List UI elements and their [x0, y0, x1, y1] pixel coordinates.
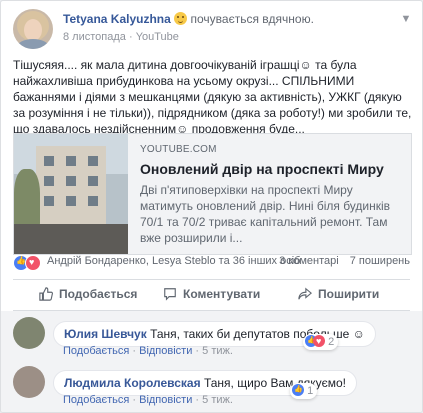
like-icon — [292, 383, 304, 397]
comment-reactions[interactable]: 2 — [303, 334, 339, 350]
author-name[interactable]: Tetyana Kalyuzhna — [63, 12, 171, 26]
commenter-avatar[interactable] — [13, 366, 45, 398]
like-label: Подобається — [59, 287, 138, 301]
feeling-emoji-icon — [174, 12, 188, 25]
link-thumbnail[interactable] — [14, 134, 128, 254]
post-meta: 8 листопада · YouTube — [63, 31, 179, 43]
link-preview-card[interactable]: YOUTUBE.COM Оновлений двір на проспекті … — [13, 133, 412, 255]
comment-button[interactable]: Коментувати — [163, 287, 260, 301]
comment-bubble-icon — [164, 288, 176, 301]
comment-reactions[interactable]: 1 — [290, 383, 318, 399]
reaction-names[interactable]: Андрій Бондаренко, Lesya Steblo та 36 ін… — [47, 255, 300, 267]
post-header: Tetyana Kalyuzhna почувається вдячною. 8… — [13, 9, 414, 49]
post-actions: Подобається Коментувати Поширити — [13, 285, 410, 307]
comment-reaction-count: 2 — [328, 336, 335, 348]
divider — [13, 279, 410, 280]
reactions-summary: Андрій Бондаренко, Lesya Steblo та 36 ін… — [13, 255, 410, 273]
share-arrow-icon — [298, 287, 312, 300]
love-icon — [313, 335, 325, 348]
comment-meta: Подобається · Відповісти · 5 тиж. — [63, 394, 233, 406]
post-options-chevron-icon[interactable]: ▼ — [398, 11, 414, 27]
post-source[interactable]: YouTube — [136, 31, 179, 43]
feeling-text: почувається вдячною. — [190, 12, 314, 26]
post-text: Тішусяяя.... як мала дитина довгоочікува… — [13, 58, 412, 136]
thumbs-up-icon — [39, 287, 53, 301]
link-description: Дві п'ятиповерхівки на проспекті Миру ма… — [140, 183, 391, 245]
share-button[interactable]: Поширити — [298, 287, 379, 301]
comments-count[interactable]: 3 коментарі — [279, 255, 339, 267]
commenter-name[interactable]: Юлия Шевчук — [64, 327, 147, 341]
commenter-avatar[interactable] — [13, 317, 45, 349]
comment-like-link[interactable]: Подобається — [63, 394, 129, 406]
love-icon[interactable] — [25, 255, 41, 271]
comment-reply-link[interactable]: Відповісти — [139, 394, 192, 406]
like-button[interactable]: Подобається — [39, 287, 137, 301]
comment-time[interactable]: 5 тиж. — [202, 345, 233, 357]
link-domain: YOUTUBE.COM — [140, 144, 217, 155]
comment-reaction-count: 1 — [307, 385, 314, 397]
shares-count[interactable]: 7 поширень — [350, 255, 410, 267]
comment-reply-link[interactable]: Відповісти — [139, 345, 192, 357]
comment-label: Коментувати — [183, 287, 261, 301]
comment-text: Таня, щиро Вам дякуємо! — [203, 376, 346, 390]
author-avatar[interactable] — [13, 9, 53, 49]
comment-meta: Подобається · Відповісти · 5 тиж. — [63, 345, 233, 357]
post-date[interactable]: 8 листопада — [63, 31, 126, 43]
comment-time[interactable]: 5 тиж. — [202, 394, 233, 406]
engagement-counts: 3 коментарі 7 поширень — [271, 255, 410, 267]
separator-dot: · — [128, 31, 136, 43]
facebook-post: Tetyana Kalyuzhna почувається вдячною. 8… — [0, 0, 423, 413]
share-label: Поширити — [318, 287, 380, 301]
author-line: Tetyana Kalyuzhna почувається вдячною. — [63, 12, 314, 26]
link-title[interactable]: Оновлений двір на проспекті Миру — [140, 160, 403, 178]
link-card-body: YOUTUBE.COM Оновлений двір на проспекті … — [140, 144, 403, 246]
comment-like-link[interactable]: Подобається — [63, 345, 129, 357]
commenter-name[interactable]: Людмила Королевская — [64, 376, 201, 390]
comments-section: Юлия Шевчук Таня, таких би депутатов поб… — [1, 311, 422, 412]
